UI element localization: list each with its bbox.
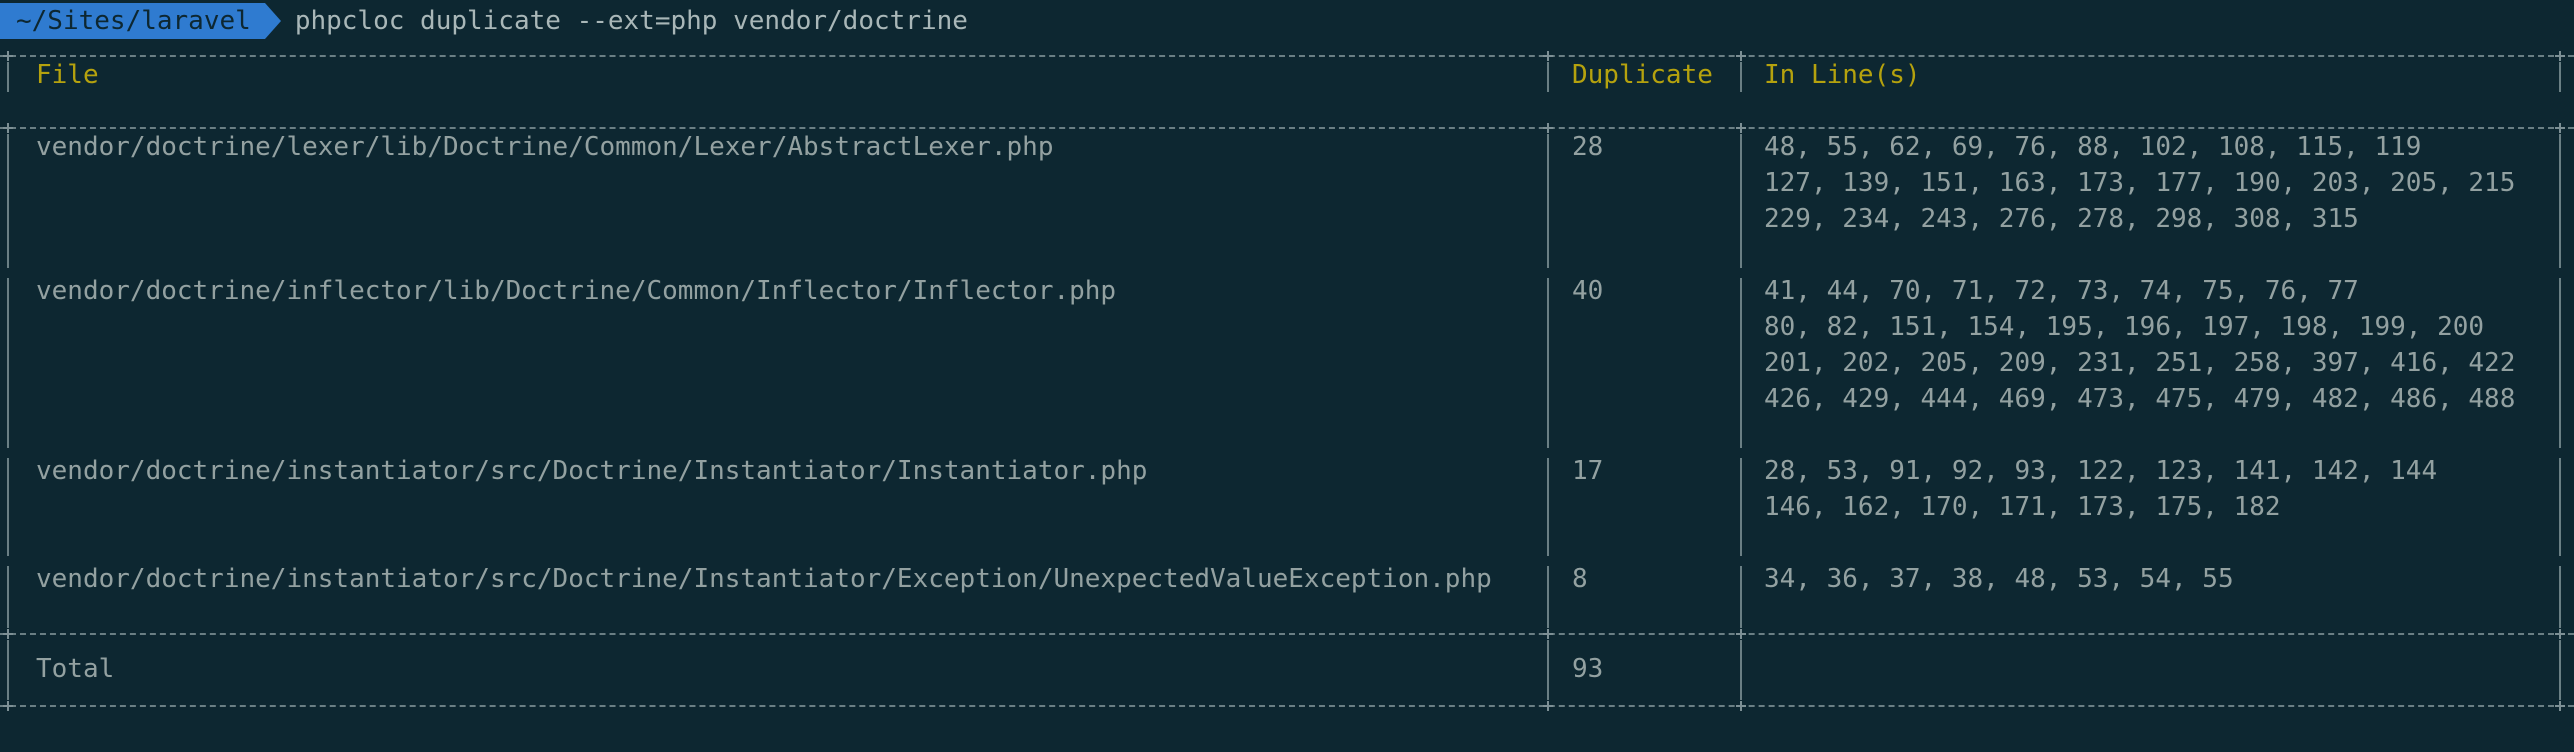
border-corner [1543, 629, 1553, 639]
row-duplicate: 17 [1572, 456, 1604, 486]
row-lines: 41, 44, 70, 71, 72, 73, 74, 75, 76, 77 [1764, 276, 2359, 306]
border-corner [2555, 701, 2565, 711]
border-corner [2555, 629, 2565, 639]
border-corner [3, 701, 13, 711]
border-corner [1543, 701, 1553, 711]
prompt-command[interactable]: phpcloc duplicate --ext=php vendor/doctr… [281, 3, 968, 39]
column-divider [1740, 566, 1742, 628]
column-divider [1547, 62, 1549, 92]
column-divider [1547, 134, 1549, 268]
row-duplicate: 28 [1572, 132, 1604, 162]
column-divider [1547, 278, 1549, 448]
border-corner [1736, 123, 1746, 133]
header-duplicate: Duplicate [1572, 60, 1713, 90]
border-corner [3, 629, 13, 639]
border-corner [2555, 51, 2565, 61]
border-corner [1736, 701, 1746, 711]
border-corner [1543, 123, 1553, 133]
row-lines: 426, 429, 444, 469, 473, 475, 479, 482, … [1764, 384, 2516, 414]
column-divider [7, 278, 9, 448]
column-divider [1740, 62, 1742, 92]
column-divider [2559, 62, 2561, 92]
column-divider [1740, 134, 1742, 268]
border-corner [2555, 123, 2565, 133]
column-divider [1547, 458, 1549, 556]
row-lines: 229, 234, 243, 276, 278, 298, 308, 315 [1764, 204, 2359, 234]
total-value: 93 [1572, 654, 1604, 684]
row-lines: 146, 162, 170, 171, 173, 175, 182 [1764, 492, 2281, 522]
header-file: File [36, 60, 99, 90]
table-border-bottom [0, 705, 2574, 709]
row-lines: 48, 55, 62, 69, 76, 88, 102, 108, 115, 1… [1764, 132, 2422, 162]
row-lines: 80, 82, 151, 154, 195, 196, 197, 198, 19… [1764, 312, 2485, 342]
column-divider [1740, 458, 1742, 556]
row-duplicate: 40 [1572, 276, 1604, 306]
border-corner [1736, 51, 1746, 61]
table-border-body [0, 633, 2574, 637]
column-divider [2559, 566, 2561, 628]
row-lines: 127, 139, 151, 163, 173, 177, 190, 203, … [1764, 168, 2516, 198]
header-lines: In Line(s) [1764, 60, 1921, 90]
border-corner [3, 123, 13, 133]
border-corner [3, 51, 13, 61]
column-divider [1740, 278, 1742, 448]
column-divider [1740, 640, 1742, 700]
column-divider [1547, 640, 1549, 700]
column-divider [7, 640, 9, 700]
table-border-top [0, 55, 2574, 59]
prompt-path: ~/Sites/laravel [0, 3, 265, 39]
column-divider [2559, 458, 2561, 556]
row-file: vendor/doctrine/inflector/lib/Doctrine/C… [36, 276, 1117, 306]
column-divider [7, 458, 9, 556]
column-divider [7, 566, 9, 628]
row-lines: 34, 36, 37, 38, 48, 53, 54, 55 [1764, 564, 2234, 594]
prompt-arrow-icon [264, 3, 281, 39]
column-divider [1547, 566, 1549, 628]
row-lines: 201, 202, 205, 209, 231, 251, 258, 397, … [1764, 348, 2516, 378]
column-divider [7, 134, 9, 268]
border-corner [1543, 51, 1553, 61]
row-duplicate: 8 [1572, 564, 1588, 594]
column-divider [2559, 134, 2561, 268]
shell-prompt: ~/Sites/laravel phpcloc duplicate --ext=… [0, 3, 968, 39]
row-file: vendor/doctrine/instantiator/src/Doctrin… [36, 564, 1492, 594]
border-corner [1736, 629, 1746, 639]
column-divider [2559, 640, 2561, 700]
column-divider [7, 62, 9, 92]
total-label: Total [36, 654, 115, 684]
column-divider [2559, 278, 2561, 448]
row-file: vendor/doctrine/instantiator/src/Doctrin… [36, 456, 1148, 486]
row-file: vendor/doctrine/lexer/lib/Doctrine/Commo… [36, 132, 1054, 162]
row-lines: 28, 53, 91, 92, 93, 122, 123, 141, 142, … [1764, 456, 2438, 486]
